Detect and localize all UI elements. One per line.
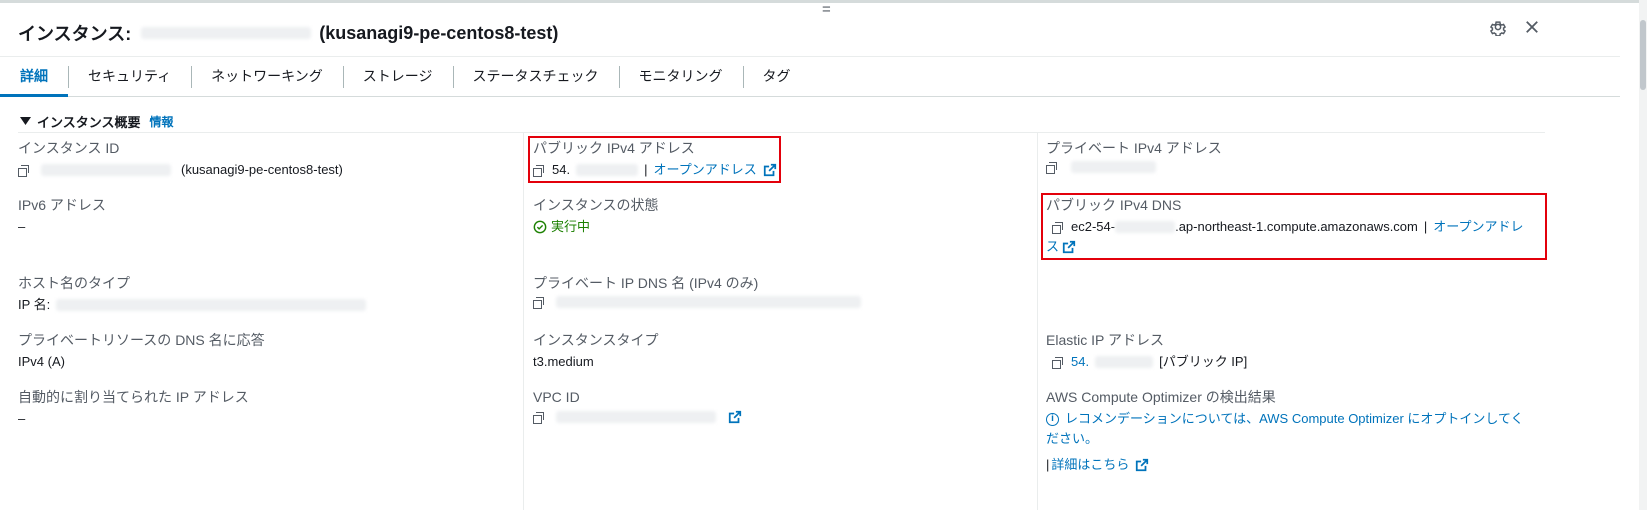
tab-label: 詳細 <box>20 68 48 84</box>
section-divider <box>18 132 1545 133</box>
field-instance-type: インスタンスタイプ t3.medium <box>533 331 658 371</box>
highlight-box <box>1041 193 1547 260</box>
field-label: プライベートリソースの DNS 名に応答 <box>18 332 265 348</box>
redacted-value <box>1095 356 1154 368</box>
field-hostname-type: ホスト名のタイプ IP 名: <box>18 274 367 314</box>
field-value: IPv4 (A) <box>18 354 65 369</box>
field-elastic-ip: Elastic IP アドレス 54. [パブリック IP] <box>1046 331 1247 371</box>
field-label: インスタンスタイプ <box>533 332 659 348</box>
field-value: i レコメンデーションについては、AWS Compute Optimizer に… <box>1046 410 1524 428</box>
link-label: 詳細はこちら <box>1051 457 1130 472</box>
tab-label: ストレージ <box>362 68 433 84</box>
field-label: Elastic IP アドレス <box>1046 332 1164 348</box>
copy-icon[interactable] <box>18 164 29 177</box>
field-private-ipv4: プライベート IPv4 アドレス <box>1046 139 1222 174</box>
tab-label: セキュリティ <box>88 68 172 84</box>
section-header[interactable]: インスタンス概要 情報 <box>20 112 174 131</box>
redacted-value <box>1071 161 1156 173</box>
external-link-icon[interactable] <box>1135 458 1149 472</box>
field-value: t3.medium <box>533 354 594 369</box>
tab-label: タグ <box>762 68 791 84</box>
copy-icon[interactable] <box>533 296 544 309</box>
field-label: ホスト名のタイプ <box>18 275 130 291</box>
field-private-ip-dns: プライベート IP DNS 名 (IPv4 のみ) <box>533 274 861 309</box>
field-vpc-id: VPC ID <box>533 388 742 424</box>
field-value <box>1046 161 1222 174</box>
field-label: IPv6 アドレス <box>18 197 106 213</box>
panel-header: インスタンス: (kusanagi9-pe-centos8-test) <box>0 4 1620 57</box>
field-value: (kusanagi9-pe-centos8-test) <box>18 161 343 179</box>
info-icon: i <box>1046 412 1059 426</box>
field-compute-optimizer: AWS Compute Optimizer の検出結果 i レコメンデーションに… <box>1046 388 1524 474</box>
field-instance-id: インスタンス ID (kusanagi9-pe-centos8-test) <box>18 139 343 179</box>
field-value-continued: ださい。 <box>1046 430 1524 448</box>
tab-tags[interactable]: タグ <box>742 56 811 96</box>
title-prefix: インスタンス: <box>18 24 132 44</box>
field-value: 54. [パブリック IP] <box>1046 353 1247 371</box>
tab-security[interactable]: セキュリティ <box>68 56 191 96</box>
section-title: インスタンス概要 <box>37 115 141 130</box>
external-link-icon[interactable] <box>728 410 742 424</box>
field-auto-ip: 自動的に割り当てられた IP アドレス – <box>18 388 249 428</box>
field-label: プライベート IP DNS 名 (IPv4 のみ) <box>533 275 759 291</box>
scrollbar[interactable] <box>1639 0 1647 510</box>
ip-value: 54. <box>1071 354 1090 369</box>
column-divider <box>523 133 524 510</box>
redacted-instance-id <box>141 27 312 39</box>
field-label: インスタンス ID <box>18 140 120 156</box>
field-private-dns-answer: プライベートリソースの DNS 名に応答 IPv4 (A) <box>18 331 265 371</box>
field-label: インスタンスの状態 <box>533 197 659 213</box>
gear-icon[interactable] <box>1489 18 1507 42</box>
copy-icon[interactable] <box>1046 161 1057 174</box>
title-instance-name: (kusanagi9-pe-centos8-test) <box>319 22 559 43</box>
field-label: AWS Compute Optimizer の検出結果 <box>1046 389 1276 405</box>
field-value <box>533 296 861 309</box>
info-link[interactable]: 情報 <box>149 113 173 130</box>
field-value: – <box>18 219 26 234</box>
tab-details[interactable]: 詳細 <box>0 56 68 97</box>
instance-name: (kusanagi9-pe-centos8-test) <box>181 162 343 177</box>
optimizer-opt-in-link-cont[interactable]: ださい。 <box>1046 430 1098 448</box>
field-value-details: | 詳細はこちら <box>1046 456 1524 474</box>
field-ipv6: IPv6 アドレス – <box>18 196 106 236</box>
check-circle-icon <box>533 220 547 234</box>
details-link[interactable]: 詳細はこちら <box>1051 456 1129 474</box>
link-label: レコメンデーションについては、AWS Compute Optimizer にオプ… <box>1065 411 1524 426</box>
field-value: – <box>18 411 26 426</box>
copy-icon[interactable] <box>533 411 544 424</box>
highlight-box <box>528 136 781 183</box>
elastic-ip-link[interactable]: 54. <box>1071 353 1089 371</box>
redacted-vpc-link[interactable] <box>556 411 716 423</box>
scroll-thumb[interactable] <box>1640 20 1646 90</box>
field-value <box>533 410 742 424</box>
redacted-value <box>56 299 367 311</box>
close-icon[interactable] <box>1523 18 1541 42</box>
tab-label: ステータスチェック <box>472 68 599 84</box>
ip-type-tag: [パブリック IP] <box>1159 354 1248 369</box>
page-title: インスタンス: (kusanagi9-pe-centos8-test) <box>18 20 558 46</box>
tab-networking[interactable]: ネットワーキング <box>191 56 343 96</box>
tab-storage[interactable]: ストレージ <box>342 56 453 96</box>
field-label: VPC ID <box>533 389 580 405</box>
separator: | <box>1046 457 1050 472</box>
field-instance-state: インスタンスの状態 実行中 <box>533 196 658 236</box>
field-label: プライベート IPv4 アドレス <box>1046 140 1222 156</box>
status-badge: 実行中 <box>533 218 658 236</box>
field-value: IP 名: <box>18 296 367 314</box>
tab-bar: 詳細 セキュリティ ネットワーキング ストレージ ステータスチェック モニタリン… <box>0 56 1620 97</box>
ip-name-prefix: IP 名: <box>18 297 51 312</box>
redacted-value <box>41 164 171 176</box>
tab-label: モニタリング <box>638 68 723 84</box>
column-divider <box>1037 133 1038 510</box>
field-label: 自動的に割り当てられた IP アドレス <box>18 389 249 405</box>
tab-status-checks[interactable]: ステータスチェック <box>452 56 619 96</box>
copy-icon[interactable] <box>1052 356 1063 369</box>
optimizer-opt-in-link[interactable]: レコメンデーションについては、AWS Compute Optimizer にオプ… <box>1065 410 1524 428</box>
link-label: ださい。 <box>1046 431 1099 446</box>
redacted-value <box>556 296 861 308</box>
status-text: 実行中 <box>551 219 591 234</box>
caret-down-icon <box>20 117 31 125</box>
tab-monitoring[interactable]: モニタリング <box>618 56 743 96</box>
tab-label: ネットワーキング <box>211 68 323 84</box>
